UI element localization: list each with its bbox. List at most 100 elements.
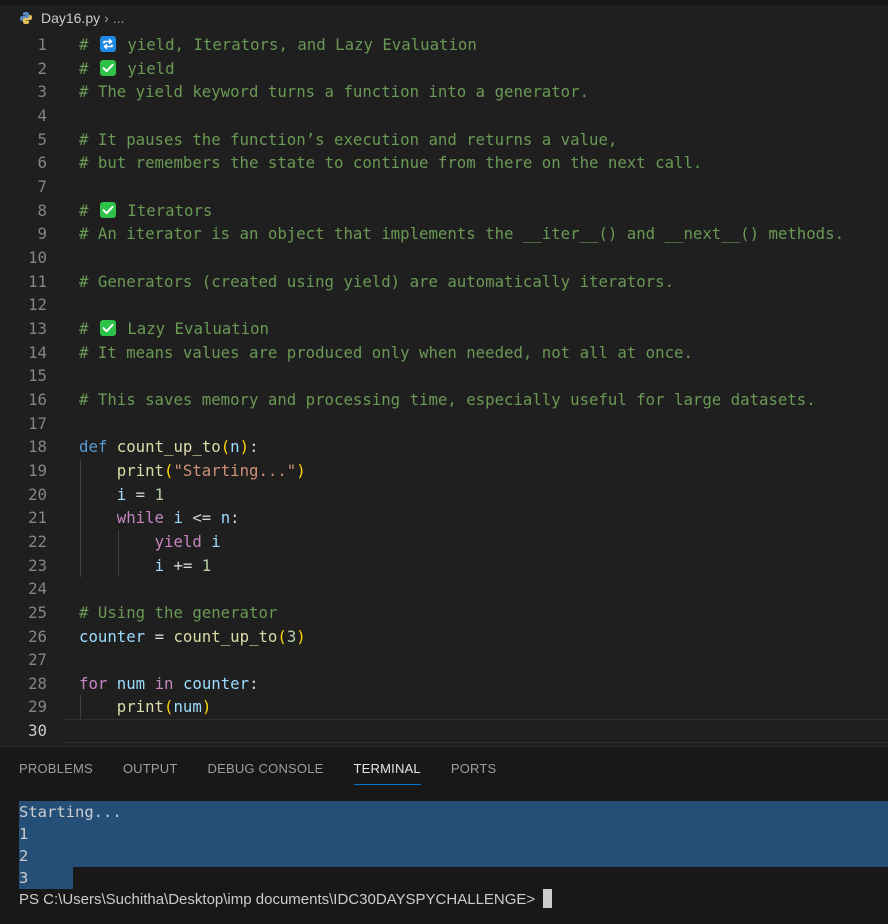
line-number: 21: [28, 508, 47, 528]
code-text: yield i: [79, 530, 221, 554]
terminal-prompt: PS C:\Users\Suchitha\Desktop\imp documen…: [19, 889, 553, 911]
line-number: 28: [28, 673, 47, 693]
code-token: # but remembers the state to continue fr…: [79, 153, 703, 173]
terminal-selection: [19, 801, 888, 823]
code-line[interactable]: 2 # yield: [0, 57, 888, 81]
check-mark-button-icon: [99, 59, 116, 76]
code-line[interactable]: 27: [0, 648, 888, 672]
code-line[interactable]: 26 counter = count_up_to(3): [0, 625, 888, 649]
code-line[interactable]: 23 i += 1: [0, 554, 888, 578]
repeat-button-icon: [99, 36, 116, 52]
terminal-output-line: 1: [0, 823, 888, 845]
line-number: 12: [28, 295, 47, 315]
terminal-prompt-line[interactable]: PS C:\Users\Suchitha\Desktop\imp documen…: [0, 889, 888, 911]
code-line[interactable]: 19 print("Starting..."): [0, 459, 888, 483]
code-token: 1: [201, 555, 212, 575]
code-line[interactable]: 3 # The yield keyword turns a function in…: [0, 80, 888, 104]
line-number: 27: [28, 650, 47, 670]
breadcrumb-file[interactable]: Day16.py: [41, 10, 100, 26]
terminal-output-line: 3: [0, 867, 888, 889]
code-token: ): [296, 460, 306, 480]
code-line[interactable]: 25 # Using the generator: [0, 601, 888, 625]
code-token: ): [201, 697, 212, 717]
code-line[interactable]: 28 for num in counter:: [0, 672, 888, 696]
terminal-output-line: 2: [0, 845, 888, 867]
terminal-output-text: 3: [19, 869, 29, 887]
tab-debug-console[interactable]: DEBUG CONSOLE: [208, 747, 324, 791]
code-line[interactable]: 12: [0, 293, 888, 317]
line-number: 23: [28, 555, 47, 575]
line-number: 22: [28, 531, 47, 551]
terminal-prompt-text: PS C:\Users\Suchitha\Desktop\imp documen…: [19, 891, 536, 908]
line-number: 8: [37, 200, 47, 220]
code-text: print("Starting..."): [79, 459, 306, 483]
code-line[interactable]: 8 # Iterators: [0, 199, 888, 223]
breadcrumb-more[interactable]: ...: [113, 10, 125, 26]
terminal[interactable]: Starting... 1 2 3 PS C:\Users\Suchitha\Deskt…: [0, 801, 888, 911]
code-text: # Generators (created using yield) are a…: [79, 270, 674, 294]
code-token: while: [116, 508, 165, 528]
code-line[interactable]: 5 # It pauses the function’s execution an…: [0, 128, 888, 152]
code-token: ): [239, 437, 250, 457]
code-line[interactable]: 16 # This saves memory and processing tim…: [0, 388, 888, 412]
code-line[interactable]: 18 def count_up_to(n):: [0, 435, 888, 459]
terminal-output-line: Starting...: [0, 801, 888, 823]
line-number: 19: [28, 460, 47, 480]
line-number: 18: [28, 437, 47, 457]
line-number: 4: [37, 105, 47, 125]
code-token: (: [220, 437, 231, 457]
code-line[interactable]: 30: [0, 719, 888, 744]
line-number: 26: [28, 626, 47, 646]
code-text: while i <= n:: [79, 506, 240, 530]
code-line[interactable]: 14 # It means values are produced only wh…: [0, 341, 888, 365]
code-token: :: [230, 508, 240, 528]
code-editor[interactable]: 1 # yield, Iterators, and Lazy Evaluation…: [0, 33, 888, 746]
code-line[interactable]: 1 # yield, Iterators, and Lazy Evaluation: [0, 33, 888, 57]
code-text: # Iterators: [79, 199, 212, 223]
tab-ports[interactable]: PORTS: [451, 747, 497, 791]
code-token: counter: [182, 673, 250, 693]
code-line[interactable]: 21 while i <= n:: [0, 506, 888, 530]
code-token: i: [116, 484, 127, 504]
code-line[interactable]: 6 # but remembers the state to continue f…: [0, 151, 888, 175]
code-text: counter = count_up_to(3): [79, 625, 306, 649]
terminal-output-text: 1: [19, 825, 29, 843]
tab-output[interactable]: OUTPUT: [123, 747, 178, 791]
code-line[interactable]: 10: [0, 246, 888, 270]
tab-problems[interactable]: PROBLEMS: [19, 747, 93, 791]
code-line[interactable]: 24: [0, 577, 888, 601]
code-line[interactable]: 11 # Generators (created using yield) are…: [0, 270, 888, 294]
code-text: # It means values are produced only when…: [79, 341, 693, 365]
code-text: def count_up_to(n):: [79, 435, 259, 459]
line-number: 2: [37, 58, 47, 78]
code-token: :: [249, 673, 259, 693]
code-token: print: [116, 460, 165, 480]
tab-terminal[interactable]: TERMINAL: [353, 747, 422, 791]
code-line[interactable]: 7: [0, 175, 888, 199]
code-line[interactable]: 4: [0, 104, 888, 128]
code-line[interactable]: 22 yield i: [0, 530, 888, 554]
code-token: i: [154, 555, 165, 575]
code-text: # This saves memory and processing time,…: [79, 388, 816, 412]
line-number: 25: [28, 602, 47, 622]
line-number: 11: [28, 271, 47, 291]
code-token: #: [79, 35, 98, 54]
bottom-panel: PROBLEMS OUTPUT DEBUG CONSOLE TERMINAL PORTS…: [0, 746, 888, 924]
code-line[interactable]: 15: [0, 364, 888, 388]
code-line[interactable]: 13 # Lazy Evaluation: [0, 317, 888, 341]
code-token: num: [116, 673, 146, 693]
code-line[interactable]: 9 # An iterator is an object that impleme…: [0, 222, 888, 246]
code-line[interactable]: 29 print(num): [0, 695, 888, 719]
code-token: count_up_to: [173, 626, 278, 646]
code-token: #: [79, 200, 98, 220]
code-line[interactable]: 17: [0, 412, 888, 436]
code-text: i += 1: [79, 554, 212, 578]
line-number: 13: [28, 318, 47, 338]
code-line[interactable]: 20 i = 1: [0, 483, 888, 507]
